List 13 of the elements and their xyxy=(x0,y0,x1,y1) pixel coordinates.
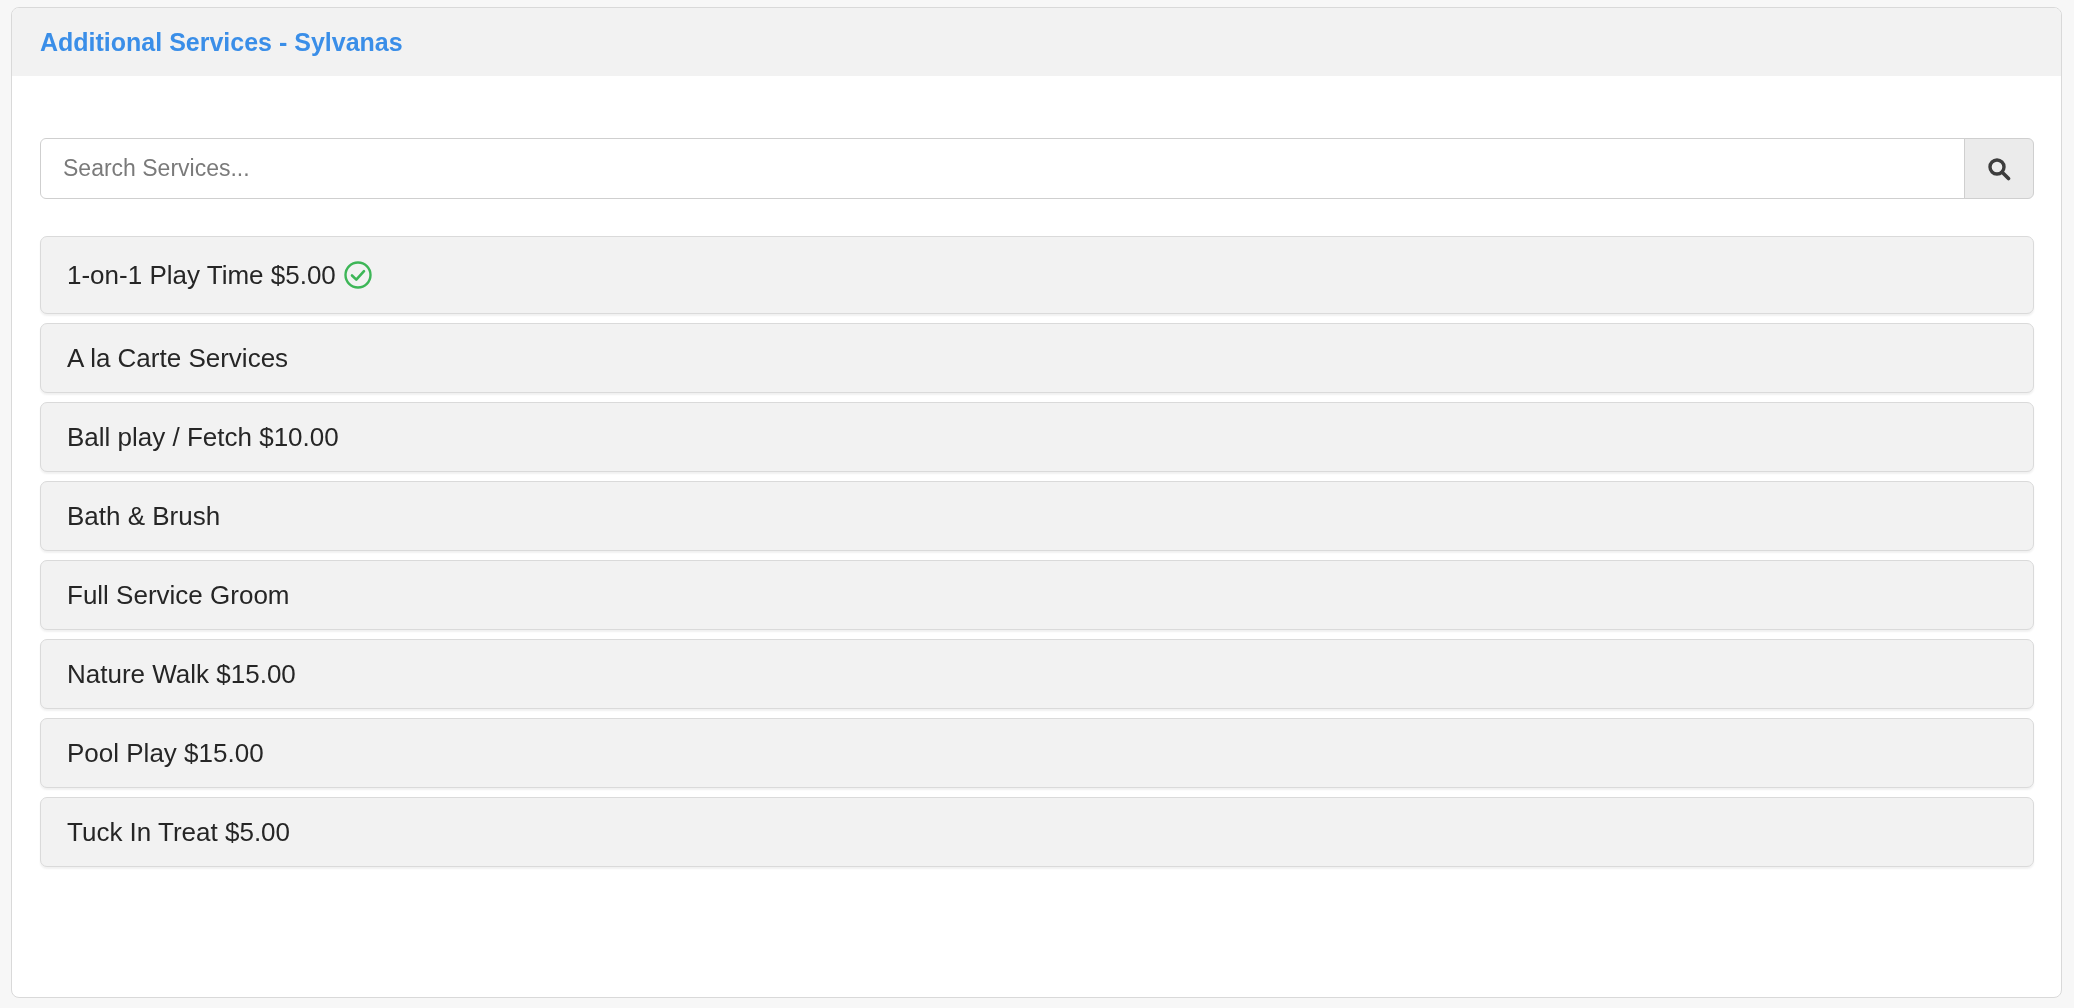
panel-title: Additional Services - Sylvanas xyxy=(40,27,403,57)
service-item[interactable]: Ball play / Fetch $10.00 xyxy=(40,402,2034,472)
check-circle-icon xyxy=(343,261,372,289)
service-item[interactable]: Tuck In Treat $5.00 xyxy=(40,797,2034,867)
service-item[interactable]: A la Carte Services xyxy=(40,323,2034,393)
service-item[interactable]: Nature Walk $15.00 xyxy=(40,639,2034,709)
service-item[interactable]: Bath & Brush xyxy=(40,481,2034,551)
service-item[interactable]: Pool Play $15.00 xyxy=(40,718,2034,788)
search-icon xyxy=(1987,156,2011,181)
search-field[interactable]: Search Services... xyxy=(40,138,1965,199)
search-button[interactable] xyxy=(1964,138,2034,199)
service-item[interactable]: 1-on-1 Play Time $5.00 xyxy=(40,236,2034,314)
service-item[interactable]: Full Service Groom xyxy=(40,560,2034,630)
